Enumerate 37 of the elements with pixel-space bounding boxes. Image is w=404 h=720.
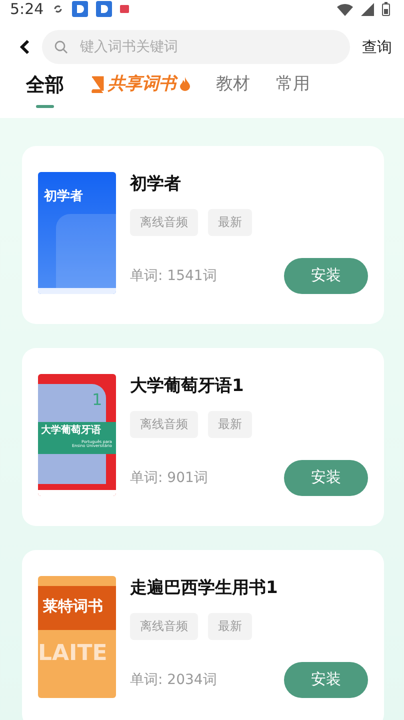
search-field[interactable]: 键入词书关键词 — [42, 30, 350, 64]
install-button[interactable]: 安装 — [284, 258, 368, 294]
word-count: 单词: 901词 — [130, 468, 208, 487]
word-count: 单词: 1541词 — [130, 266, 217, 285]
status-time: 5:24 — [10, 0, 44, 18]
search-icon — [54, 40, 68, 54]
cover-title: 大学葡萄牙语 — [41, 424, 101, 436]
book-title: 大学葡萄牙语1 — [130, 374, 245, 397]
notification-icon — [120, 5, 129, 13]
back-icon[interactable] — [20, 39, 30, 55]
install-button[interactable]: 安装 — [284, 460, 368, 496]
cover-title: 初学者 — [44, 190, 83, 204]
signal-icon — [361, 2, 374, 16]
cover-title: 莱特词书 — [43, 598, 103, 614]
battery-icon — [382, 2, 390, 16]
book-icon — [90, 76, 104, 93]
word-count: 单词: 2034词 — [130, 670, 217, 689]
book-tag: 最新 — [208, 208, 252, 236]
book-tag: 离线音频 — [130, 612, 198, 640]
tab[interactable]: 全部 — [26, 74, 64, 114]
sync-icon — [52, 3, 64, 15]
cover-number: 1 — [92, 390, 102, 408]
query-button[interactable]: 查询 — [362, 38, 392, 56]
tab[interactable]: 教材 — [216, 74, 250, 100]
book-title: 初学者 — [130, 172, 182, 195]
install-button[interactable]: 安装 — [284, 662, 368, 698]
search-input[interactable]: 键入词书关键词 — [78, 38, 338, 56]
flame-icon — [180, 77, 190, 92]
book-tag: 最新 — [208, 410, 252, 438]
book-title: 走遍巴西学生用书1 — [130, 576, 279, 599]
cover-logo: LAITE — [38, 642, 108, 666]
tab[interactable]: 共享词书 — [90, 74, 190, 100]
book-tag: 离线音频 — [130, 410, 198, 438]
tab[interactable]: 常用 — [276, 74, 310, 100]
book-tag: 离线音频 — [130, 208, 198, 236]
book-tag: 最新 — [208, 612, 252, 640]
wifi-icon — [337, 2, 353, 16]
